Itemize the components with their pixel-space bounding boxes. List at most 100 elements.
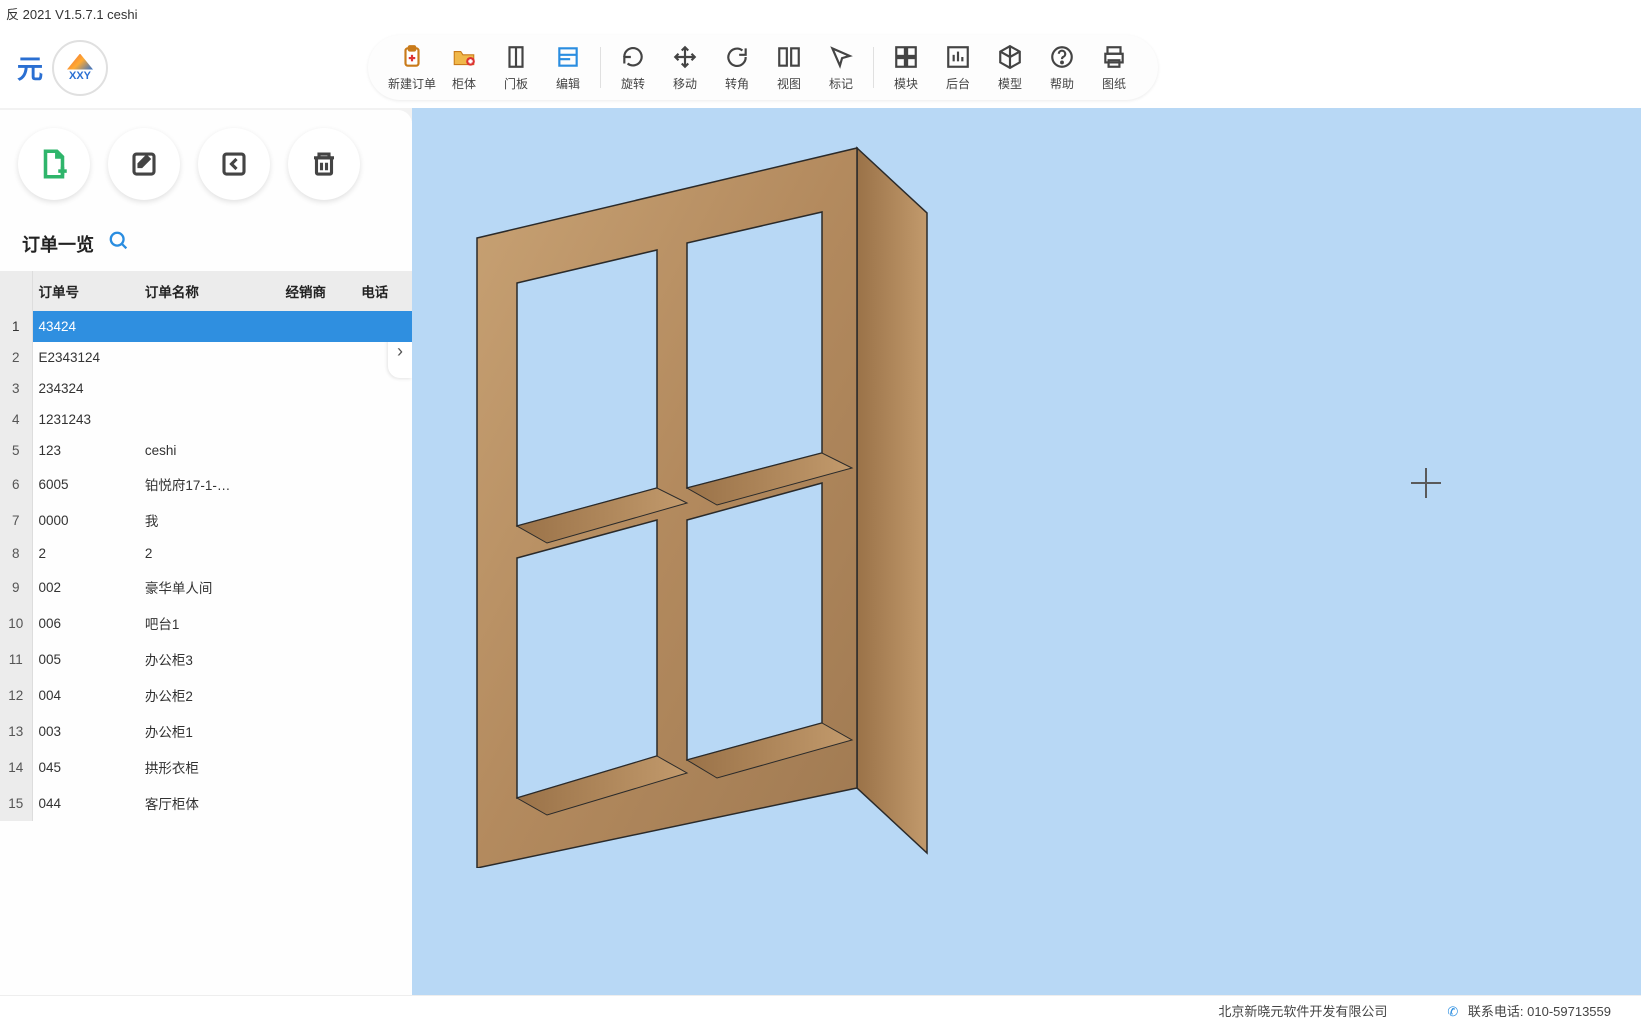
- table-row[interactable]: 41231243: [0, 404, 412, 435]
- cell-name: 办公柜2: [139, 677, 280, 713]
- cursor-icon: [827, 43, 855, 71]
- table-row[interactable]: 14045拱形衣柜: [0, 749, 412, 785]
- cell-order: 006: [32, 605, 139, 641]
- column-header[interactable]: 电话: [355, 271, 411, 311]
- viewport-3d[interactable]: [412, 108, 1641, 1018]
- sidebar-title: 订单一览: [22, 231, 94, 257]
- toolbar-label: 旋转: [621, 75, 645, 92]
- main-toolbar: 新建订单柜体门板编辑 旋转移动转角视图标记模块 后台 模型帮助图纸: [368, 35, 1158, 100]
- move-button[interactable]: 移动: [659, 41, 711, 94]
- search-icon[interactable]: [108, 230, 130, 257]
- toolbar-label: 新建订单: [388, 75, 436, 92]
- view-button[interactable]: 视图: [763, 41, 815, 94]
- edit-box-icon: [554, 43, 582, 71]
- toolbar-label: 转角: [725, 75, 749, 92]
- cell-phone: [355, 785, 411, 821]
- table-row[interactable]: 822: [0, 538, 412, 569]
- top-bar: 元 XXY 新建订单柜体门板编辑 旋转移动转角视图标记模块 后台 模型帮助图纸: [0, 27, 1641, 108]
- cell-order: 43424: [32, 311, 139, 342]
- toolbar-label: 模型: [998, 75, 1022, 92]
- table-row[interactable]: 70000我: [0, 502, 412, 538]
- cell-order: 003: [32, 713, 139, 749]
- cell-phone: [355, 538, 411, 569]
- content-area: 订单一览 › 订单号订单名称经销商电话 1434242E234312432343…: [0, 108, 1641, 1018]
- table-row[interactable]: 12004办公柜2: [0, 677, 412, 713]
- toolbar-label: 图纸: [1102, 75, 1126, 92]
- table-row[interactable]: 13003办公柜1: [0, 713, 412, 749]
- cell-name: 豪华单人间: [139, 569, 280, 605]
- row-index: 7: [0, 502, 32, 538]
- cell-order: 6005: [32, 466, 139, 502]
- cabinet-button[interactable]: 柜体: [438, 41, 490, 94]
- sidebar-edit-button[interactable]: [108, 128, 180, 200]
- cell-dealer: [279, 785, 355, 821]
- cell-name: 2: [139, 538, 280, 569]
- toolbar-label: 模块: [894, 75, 918, 92]
- cell-phone: [355, 311, 411, 342]
- backstage-button[interactable]: 后台: [932, 41, 984, 94]
- cell-order: 005: [32, 641, 139, 677]
- new-order-button[interactable]: 新建订单: [386, 41, 438, 94]
- edit-button[interactable]: 编辑: [542, 41, 594, 94]
- cell-name: ceshi: [139, 435, 280, 466]
- table-row[interactable]: 143424: [0, 311, 412, 342]
- toolbar-label: 编辑: [556, 75, 580, 92]
- module-button[interactable]: 模块: [880, 41, 932, 94]
- cell-name: [139, 342, 280, 373]
- toolbar-label: 后台: [946, 75, 970, 92]
- row-index: 15: [0, 785, 32, 821]
- cabinet-model[interactable]: [462, 108, 982, 868]
- column-header[interactable]: 经销商: [279, 271, 355, 311]
- clipboard-plus-icon: [398, 43, 426, 71]
- mark-button[interactable]: 标记: [815, 41, 867, 94]
- cell-phone: [355, 605, 411, 641]
- cell-name: 拱形衣柜: [139, 749, 280, 785]
- window-title: 反 2021 V1.5.7.1 ceshi: [0, 0, 1641, 27]
- table-row[interactable]: 5123ceshi: [0, 435, 412, 466]
- table-row[interactable]: 15044客厅柜体: [0, 785, 412, 821]
- row-index: 2: [0, 342, 32, 373]
- table-row[interactable]: 2E2343124: [0, 342, 412, 373]
- table-row[interactable]: 3234324: [0, 373, 412, 404]
- cell-order: 2: [32, 538, 139, 569]
- drawing-button[interactable]: 图纸: [1088, 41, 1140, 94]
- cell-order: 045: [32, 749, 139, 785]
- chart-icon: [944, 43, 972, 71]
- cell-dealer: [279, 502, 355, 538]
- door-icon: [502, 43, 530, 71]
- cell-order: 123: [32, 435, 139, 466]
- cell-phone: [355, 569, 411, 605]
- table-row[interactable]: 11005办公柜3: [0, 641, 412, 677]
- cell-dealer: [279, 749, 355, 785]
- column-header[interactable]: 订单名称: [139, 271, 280, 311]
- table-row[interactable]: 66005铂悦府17-1-…: [0, 466, 412, 502]
- cell-dealer: [279, 373, 355, 404]
- cell-name: [139, 311, 280, 342]
- cell-phone: [355, 677, 411, 713]
- rotate-button[interactable]: 旋转: [607, 41, 659, 94]
- column-header[interactable]: 订单号: [32, 271, 139, 311]
- cell-name: 我: [139, 502, 280, 538]
- table-row[interactable]: 9002豪华单人间: [0, 569, 412, 605]
- row-index: 1: [0, 311, 32, 342]
- phone-text: 联系电话: 010-59713559: [1468, 1004, 1611, 1019]
- door-button[interactable]: 门板: [490, 41, 542, 94]
- cell-phone: [355, 502, 411, 538]
- help-button[interactable]: 帮助: [1036, 41, 1088, 94]
- sidebar-add-button[interactable]: [18, 128, 90, 200]
- table-row[interactable]: 10006吧台1: [0, 605, 412, 641]
- sidebar-delete-button[interactable]: [288, 128, 360, 200]
- cell-dealer: [279, 435, 355, 466]
- order-table-wrap[interactable]: 订单号订单名称经销商电话 1434242E2343124323432441231…: [0, 271, 412, 1018]
- printer-icon: [1100, 43, 1128, 71]
- sidebar-import-button[interactable]: [198, 128, 270, 200]
- row-index: 12: [0, 677, 32, 713]
- cell-name: 吧台1: [139, 605, 280, 641]
- cell-phone: [355, 641, 411, 677]
- help-icon: [1048, 43, 1076, 71]
- cell-dealer: [279, 342, 355, 373]
- row-index: 14: [0, 749, 32, 785]
- model-button[interactable]: 模型: [984, 41, 1036, 94]
- logo-group: 元 XXY: [10, 40, 108, 96]
- corner-button[interactable]: 转角: [711, 41, 763, 94]
